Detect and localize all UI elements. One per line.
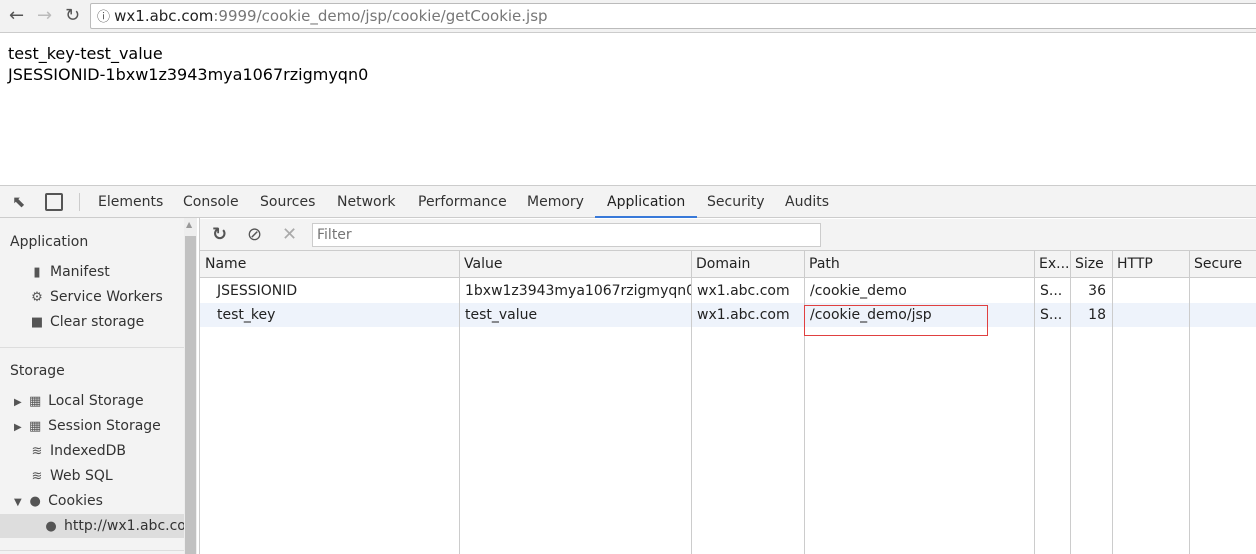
- cookie-icon: ●: [45, 519, 57, 534]
- cell-size: 36: [1088, 283, 1106, 299]
- column-header-domain[interactable]: Domain: [691, 251, 804, 278]
- cell-domain: wx1.abc.com: [697, 283, 790, 299]
- column-divider: [459, 251, 460, 554]
- cell-expires: S...: [1040, 307, 1063, 323]
- cell-http: [1112, 303, 1189, 327]
- forward-icon[interactable]: →: [37, 5, 52, 26]
- table-row[interactable]: JSESSIONID 1bxw1z3943mya1067rzigmyqn0 wx1.…: [200, 279, 1256, 303]
- cell-path: /cookie_demo: [810, 283, 907, 299]
- gear-icon: ⚙: [31, 290, 43, 305]
- column-divider: [804, 251, 805, 554]
- tab-memory[interactable]: Memory: [527, 186, 584, 218]
- tab-sources[interactable]: Sources: [260, 186, 315, 218]
- trash-icon: ■: [30, 315, 44, 330]
- file-icon: ▮: [33, 265, 41, 280]
- scrollbar-thumb[interactable]: [185, 236, 196, 554]
- section-header-storage: Storage: [10, 363, 65, 379]
- cell-http: [1112, 279, 1189, 303]
- cell-value: 1bxw1z3943mya1067rzigmyqn0: [465, 283, 691, 299]
- sidebar-item-session-storage[interactable]: ▶ ▦ Session Storage: [14, 414, 198, 438]
- cell-name: test_key: [217, 307, 276, 323]
- cell-secure: [1189, 279, 1256, 303]
- collapse-arrow-icon[interactable]: ▼: [14, 497, 22, 508]
- column-header-expires[interactable]: Ex...: [1034, 251, 1070, 278]
- url-input[interactable]: ⓘ wx1.abc.com:9999/cookie_demo/jsp/cooki…: [90, 3, 1256, 29]
- divider: [0, 347, 184, 348]
- filter-input[interactable]: [312, 223, 821, 247]
- divider: [0, 550, 184, 551]
- column-divider: [1070, 251, 1071, 554]
- grid-icon: ▦: [29, 419, 42, 434]
- column-header-http[interactable]: HTTP: [1112, 251, 1189, 278]
- column-divider: [1034, 251, 1035, 554]
- expand-arrow-icon[interactable]: ▶: [14, 422, 22, 433]
- column-header-size[interactable]: Size: [1070, 251, 1112, 278]
- info-icon[interactable]: ⓘ: [97, 10, 114, 25]
- column-header-name[interactable]: Name: [200, 251, 459, 278]
- reload-icon[interactable]: ↻: [65, 5, 80, 26]
- address-bar-area: ← → ↻ ⓘ wx1.abc.com:9999/cookie_demo/jsp…: [0, 0, 1256, 33]
- scroll-up-icon[interactable]: ▲: [186, 220, 192, 229]
- cell-domain: wx1.abc.com: [697, 307, 790, 323]
- back-icon[interactable]: ←: [9, 5, 24, 26]
- refresh-icon[interactable]: ↻: [212, 224, 227, 245]
- sidebar-item-local-storage[interactable]: ▶ ▦ Local Storage: [14, 389, 198, 413]
- delete-selected-icon[interactable]: ✕: [282, 224, 297, 245]
- sidebar-item-cookie-origin[interactable]: ● http://wx1.abc.co: [0, 514, 184, 538]
- page-line: test_key-test_value: [8, 44, 163, 63]
- device-toolbar-icon[interactable]: [45, 193, 63, 211]
- expand-arrow-icon[interactable]: ▶: [14, 397, 22, 408]
- cell-expires: S...: [1040, 283, 1063, 299]
- tab-console[interactable]: Console: [183, 186, 239, 218]
- tab-performance[interactable]: Performance: [418, 186, 507, 218]
- column-header-secure[interactable]: Secure: [1189, 251, 1256, 278]
- tab-application[interactable]: Application: [595, 186, 698, 218]
- table-row[interactable]: test_key test_value wx1.abc.com/cookie_dem…: [200, 303, 1256, 327]
- tab-audits[interactable]: Audits: [785, 186, 829, 218]
- page-line: JSESSIONID-1bxw1z3943mya1067rzigmyqn0: [8, 65, 369, 84]
- cell-secure: [1189, 303, 1256, 327]
- cell-name: JSESSIONID: [217, 283, 298, 299]
- column-divider: [691, 251, 692, 554]
- page-content: test_key-test_value JSESSIONID-1bxw1z394…: [8, 43, 368, 85]
- grid-icon: ▦: [29, 394, 42, 409]
- tab-security[interactable]: Security: [707, 186, 765, 218]
- database-icon: ≋: [31, 469, 43, 484]
- cookies-table: Name Value Domain Path Ex... Size HTTP Secure JS…: [200, 251, 1256, 554]
- highlight-annotation: [804, 305, 988, 336]
- divider: [79, 193, 80, 211]
- column-header-path[interactable]: Path: [804, 251, 1034, 278]
- sidebar-item-cookies[interactable]: ▼ ● Cookies: [14, 489, 198, 513]
- cell-size: 18: [1088, 307, 1106, 323]
- database-icon: ≋: [31, 444, 43, 459]
- clear-all-icon[interactable]: ⊘: [247, 224, 262, 245]
- column-divider: [1112, 251, 1113, 554]
- inspect-element-icon[interactable]: ⬉: [12, 192, 25, 211]
- column-divider: [1189, 251, 1190, 554]
- application-sidebar: Application ▮ Manifest ⚙ Service Workers ■…: [0, 218, 184, 554]
- cookie-icon: ●: [29, 494, 41, 509]
- cell-value: test_value: [465, 307, 538, 323]
- tab-elements[interactable]: Elements: [98, 186, 163, 218]
- tab-network[interactable]: Network: [337, 186, 395, 218]
- section-header-application: Application: [10, 234, 89, 250]
- devtools-tabbar: ⬉ Elements Console Sources Network Perfo…: [0, 185, 1256, 218]
- column-header-value[interactable]: Value: [459, 251, 691, 278]
